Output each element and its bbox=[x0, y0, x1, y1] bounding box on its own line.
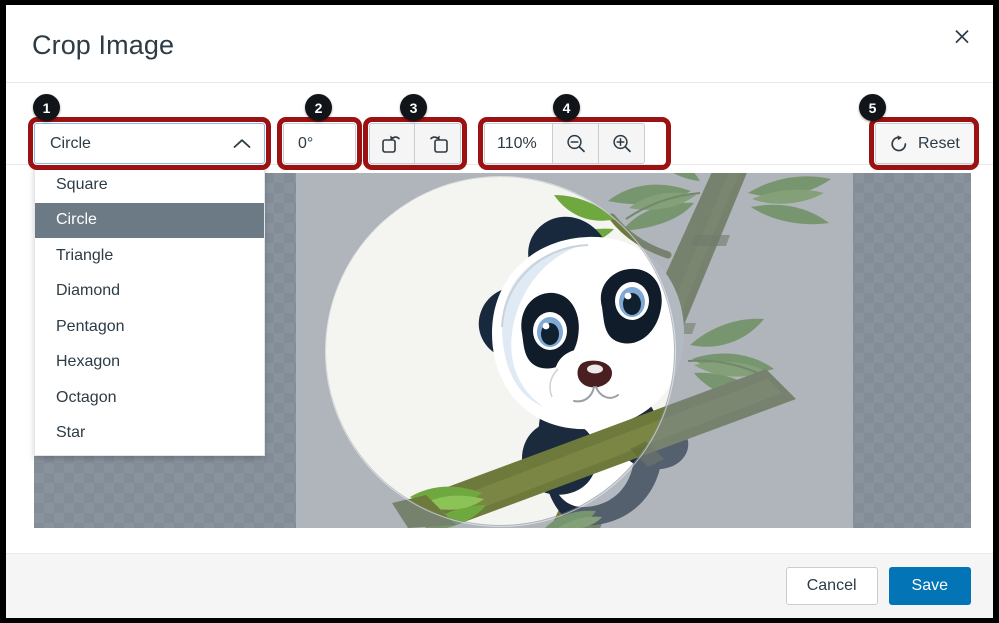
page-title: Crop Image bbox=[32, 30, 175, 60]
badge-number: 4 bbox=[562, 99, 571, 116]
zoom-level-value: 110% bbox=[497, 134, 537, 152]
rotation-degrees-field[interactable]: 0° bbox=[283, 123, 356, 164]
shape-option-square[interactable]: Square bbox=[35, 167, 264, 203]
shape-option-triangle[interactable]: Triangle bbox=[35, 238, 264, 274]
shape-option-octagon[interactable]: Octagon bbox=[35, 380, 264, 416]
chevron-up-icon bbox=[233, 138, 251, 150]
shape-option-circle[interactable]: Circle bbox=[35, 202, 264, 238]
reset-button[interactable]: Reset bbox=[875, 123, 975, 164]
annotation-badge-3: 3 bbox=[400, 94, 427, 121]
annotation-badge-4: 4 bbox=[553, 94, 580, 121]
annotation-badge-2: 2 bbox=[305, 94, 332, 121]
shape-select[interactable]: Circle bbox=[34, 123, 265, 164]
badge-number: 2 bbox=[314, 99, 323, 116]
reset-label: Reset bbox=[918, 134, 960, 152]
shape-option-star[interactable]: Star bbox=[35, 416, 264, 452]
rotate-button-group bbox=[369, 123, 461, 164]
cancel-button[interactable]: Cancel bbox=[785, 567, 878, 605]
dialog-footer: Cancel Save bbox=[6, 553, 993, 618]
badge-number: 3 bbox=[409, 99, 418, 116]
close-icon[interactable] bbox=[943, 17, 981, 55]
shape-select-value: Circle bbox=[50, 134, 91, 152]
badge-number: 1 bbox=[42, 99, 51, 116]
panda-illustration bbox=[296, 173, 853, 528]
zoom-in-icon[interactable] bbox=[599, 123, 645, 164]
badge-number: 5 bbox=[868, 99, 877, 116]
reset-icon bbox=[888, 133, 910, 155]
annotation-badge-5: 5 bbox=[859, 94, 886, 121]
rotation-degrees-value: 0° bbox=[298, 134, 314, 152]
zoom-control-group: 110% bbox=[484, 123, 645, 164]
source-image[interactable] bbox=[296, 173, 853, 528]
shape-option-diamond[interactable]: Diamond bbox=[35, 274, 264, 310]
crop-image-dialog: Crop Image Circle Square Circle Triangle Di… bbox=[6, 5, 993, 618]
rotate-right-icon[interactable] bbox=[415, 123, 461, 164]
dialog-header: Crop Image bbox=[6, 5, 993, 83]
rotate-left-icon[interactable] bbox=[369, 123, 415, 164]
zoom-out-icon[interactable] bbox=[553, 123, 599, 164]
annotation-badge-1: 1 bbox=[33, 94, 60, 121]
shape-option-list[interactable]: Square Circle Triangle Diamond Pentagon Hexag… bbox=[34, 164, 265, 456]
zoom-level-field[interactable]: 110% bbox=[484, 123, 553, 164]
save-button[interactable]: Save bbox=[888, 567, 971, 605]
shape-option-pentagon[interactable]: Pentagon bbox=[35, 309, 264, 345]
shape-option-hexagon[interactable]: Hexagon bbox=[35, 345, 264, 381]
